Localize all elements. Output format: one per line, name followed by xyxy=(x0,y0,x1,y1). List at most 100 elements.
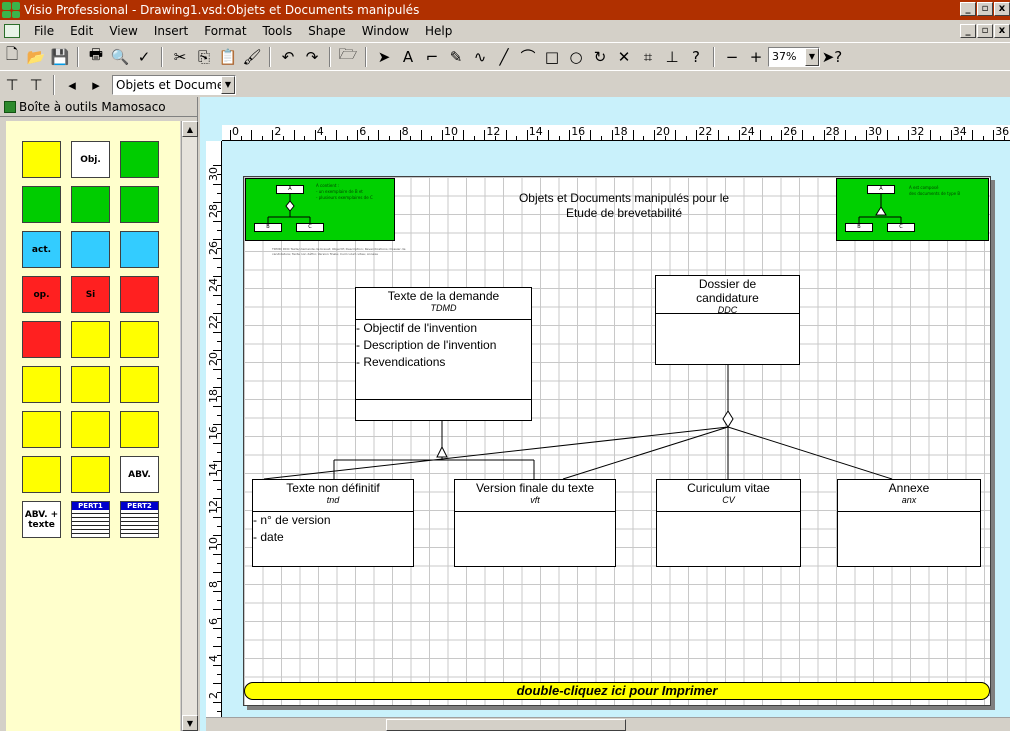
connector-tool-icon[interactable]: ⌐ xyxy=(420,46,444,68)
help-tool-icon[interactable]: ? xyxy=(684,46,708,68)
doc-close-button[interactable]: x xyxy=(994,24,1010,38)
drawing-page[interactable]: A B C A contient : - un exemplaire de B … xyxy=(243,176,991,706)
scroll-down-icon[interactable]: ▼ xyxy=(182,715,198,731)
class-dossier-candidature[interactable]: Dossier de candidature DDC xyxy=(655,275,800,365)
menu-file[interactable]: File xyxy=(26,24,62,38)
insert-page-after-icon[interactable]: ⊤ xyxy=(24,74,48,96)
legend-left[interactable]: A B C A contient : - un exemplaire de B … xyxy=(245,178,395,241)
chevron-down-icon[interactable]: ▼ xyxy=(805,47,819,66)
menu-window[interactable]: Window xyxy=(354,24,417,38)
stencil-shape[interactable]: PERT1 xyxy=(71,501,110,538)
freeform-tool-icon[interactable]: ∿ xyxy=(468,46,492,68)
stencil-shape[interactable]: op. xyxy=(22,276,61,313)
stencil-shape[interactable] xyxy=(120,186,159,223)
line-tool-icon[interactable]: ╱ xyxy=(492,46,516,68)
stencil-shape[interactable] xyxy=(71,411,110,448)
class-annexe[interactable]: Annexe anx xyxy=(837,479,981,567)
stencil-shape[interactable] xyxy=(71,366,110,403)
menu-insert[interactable]: Insert xyxy=(146,24,196,38)
new-file-icon[interactable]: 🗋 xyxy=(0,45,24,68)
horizontal-ruler[interactable]: 024681012141618202224262830323436384042 xyxy=(222,125,1010,141)
stamp-tool-icon[interactable]: ⊥ xyxy=(660,46,684,68)
print-preview-icon[interactable]: 🔍 xyxy=(108,46,132,68)
crop-tool-icon[interactable]: ⌗ xyxy=(636,46,660,68)
doc-minimize-button[interactable]: _ xyxy=(960,24,976,38)
stencil-shape[interactable] xyxy=(120,366,159,403)
menu-shape[interactable]: Shape xyxy=(300,24,354,38)
class-texte-non-definitif[interactable]: Texte non définitif tnd n° de version da… xyxy=(252,479,414,567)
vertical-ruler[interactable]: 302826242220181614121086420 xyxy=(206,141,222,731)
copy-icon[interactable]: ⎘ xyxy=(192,46,216,68)
menu-help[interactable]: Help xyxy=(417,24,460,38)
rectangle-tool-icon[interactable]: □ xyxy=(540,46,564,68)
stencil-shape[interactable] xyxy=(71,321,110,358)
menu-edit[interactable]: Edit xyxy=(62,24,101,38)
horizontal-scrollbar[interactable] xyxy=(206,717,1010,731)
class-curriculum-vitae[interactable]: Curiculum vitae CV xyxy=(656,479,801,567)
stencil-shape[interactable] xyxy=(120,321,159,358)
diagram-title[interactable]: Objets et Documents manipulés pour le Et… xyxy=(474,191,774,221)
stencil-shape[interactable]: PERT2 xyxy=(120,501,159,538)
zoom-out-icon[interactable]: − xyxy=(720,46,744,68)
stencil-shape[interactable] xyxy=(22,141,61,178)
stencil-shape[interactable]: ABV. + texte xyxy=(22,501,61,538)
stencil-shape[interactable]: Si xyxy=(71,276,110,313)
print-button[interactable]: double-cliquez ici pour Imprimer xyxy=(244,682,990,700)
ellipse-tool-icon[interactable]: ○ xyxy=(564,46,588,68)
stencil-shape[interactable] xyxy=(120,411,159,448)
rotation-tool-icon[interactable]: ↻ xyxy=(588,46,612,68)
document-icon[interactable] xyxy=(4,24,20,38)
close-button[interactable]: x xyxy=(994,2,1010,16)
stencil-shape[interactable] xyxy=(22,366,61,403)
stencil-shape[interactable] xyxy=(120,276,159,313)
stencil-shape[interactable] xyxy=(120,231,159,268)
stencil-shape[interactable] xyxy=(71,186,110,223)
restore-button[interactable]: ▫ xyxy=(977,2,993,16)
legend-right[interactable]: A B C A est composé des documents de typ… xyxy=(836,178,989,241)
menu-format[interactable]: Format xyxy=(196,24,254,38)
pointer-tool-icon[interactable]: ➤ xyxy=(372,46,396,68)
stencil-shape[interactable]: Obj. xyxy=(71,141,110,178)
insert-page-icon[interactable]: ⊤ xyxy=(0,74,24,96)
stencil-shape[interactable] xyxy=(22,321,61,358)
zoom-combo[interactable]: 37% ▼ xyxy=(768,46,820,67)
stencil-shape[interactable] xyxy=(71,231,110,268)
doc-restore-button[interactable]: ▫ xyxy=(977,24,993,38)
undo-icon[interactable]: ↶ xyxy=(276,46,300,68)
connection-point-tool-icon[interactable]: ✕ xyxy=(612,46,636,68)
cut-icon[interactable]: ✂ xyxy=(168,46,192,68)
minimize-button[interactable]: _ xyxy=(960,2,976,16)
print-icon[interactable]: 🖶 xyxy=(84,45,108,68)
menu-tools[interactable]: Tools xyxy=(255,24,301,38)
pencil-tool-icon[interactable]: ✎ xyxy=(444,46,468,68)
previous-page-icon[interactable]: ◂ xyxy=(60,74,84,96)
chevron-down-icon[interactable]: ▼ xyxy=(221,75,235,94)
page-select[interactable]: Objets et Docume ▼ xyxy=(112,74,236,95)
save-icon[interactable]: 💾 xyxy=(48,46,72,68)
stencil-shape[interactable] xyxy=(71,456,110,493)
stencil-shape[interactable]: act. xyxy=(22,231,61,268)
next-page-icon[interactable]: ▸ xyxy=(84,74,108,96)
paste-icon[interactable]: 📋 xyxy=(216,46,240,68)
redo-icon[interactable]: ↷ xyxy=(300,46,324,68)
zoom-in-icon[interactable]: + xyxy=(744,46,768,68)
open-file-icon[interactable]: 📂 xyxy=(24,46,48,68)
stencil-title-bar[interactable]: Boîte à outils Mamosaco xyxy=(0,97,197,117)
class-version-finale[interactable]: Version finale du texte vft xyxy=(454,479,616,567)
scroll-thumb[interactable] xyxy=(386,719,626,731)
whats-this-icon[interactable]: ➤? xyxy=(820,46,844,68)
arc-tool-icon[interactable]: ⌒ xyxy=(516,46,540,68)
stencil-shape[interactable] xyxy=(120,141,159,178)
spell-check-icon[interactable]: ✓ xyxy=(132,46,156,68)
scroll-up-icon[interactable]: ▲ xyxy=(182,121,198,137)
stencil-shape[interactable]: ABV. xyxy=(120,456,159,493)
diagram-notes[interactable]: TDMD/ DDC Texte/ demande de brevet; Obje… xyxy=(272,247,412,257)
text-tool-icon[interactable]: A xyxy=(396,46,420,68)
stencil-scrollbar[interactable]: ▲ ▼ xyxy=(181,121,198,731)
stencil-shape[interactable] xyxy=(22,456,61,493)
format-painter-icon[interactable]: 🖌 xyxy=(240,46,264,68)
stencil-shape[interactable] xyxy=(22,411,61,448)
stencil-shape[interactable] xyxy=(22,186,61,223)
class-texte-demande[interactable]: Texte de la demande TDMD Objectif de l'i… xyxy=(355,287,532,421)
menu-view[interactable]: View xyxy=(101,24,145,38)
